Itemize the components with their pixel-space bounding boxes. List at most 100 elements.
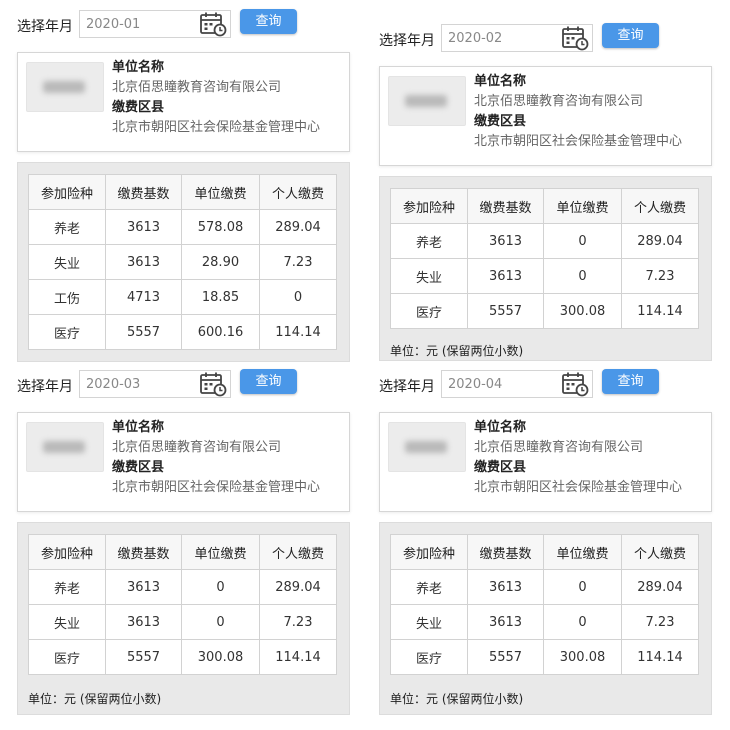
unit-name-label: 单位名称 — [474, 420, 527, 435]
cell-personal: 114.14 — [259, 314, 337, 350]
query-button[interactable]: 查询 — [240, 369, 297, 394]
cell-employer: 600.16 — [181, 314, 260, 350]
cell-employer: 0 — [543, 258, 622, 294]
cell-base: 3613 — [105, 209, 182, 245]
insurance-table: 参加险种 缴费基数 单位缴费 个人缴费 养老 3613 0 289.04 失业 … — [390, 188, 699, 329]
cell-employer: 0 — [181, 604, 260, 640]
district-label: 缴费区县 — [112, 460, 165, 475]
query-button[interactable]: 查询 — [602, 23, 659, 48]
cell-type: 养老 — [28, 209, 106, 245]
insurance-table: 参加险种 缴费基数 单位缴费 个人缴费 养老 3613 578.08 289.0… — [28, 174, 337, 350]
company-avatar — [26, 62, 104, 112]
company-info-card: 单位名称 北京佰思瞳教育咨询有限公司 缴费区县 北京市朝阳区社会保险基金管理中心 — [17, 412, 350, 512]
district-value: 北京市朝阳区社会保险基金管理中心 — [474, 480, 683, 495]
cell-employer: 0 — [543, 604, 622, 640]
table-row: 养老 3613 0 289.04 — [390, 223, 699, 259]
cell-base: 3613 — [105, 569, 182, 605]
cell-personal: 7.23 — [621, 258, 699, 294]
company-info-card: 单位名称 北京佰思瞳教育咨询有限公司 缴费区县 北京市朝阳区社会保险基金管理中心 — [379, 66, 712, 166]
insurance-table: 参加险种 缴费基数 单位缴费 个人缴费 养老 3613 0 289.04 失业 … — [28, 534, 337, 675]
table-row: 养老 3613 578.08 289.04 — [28, 209, 337, 245]
cell-employer: 300.08 — [543, 293, 622, 329]
calendar-icon[interactable] — [561, 371, 589, 397]
district-label: 缴费区县 — [112, 100, 165, 115]
cell-base: 3613 — [467, 223, 544, 259]
month-search-row: 选择年月 2020-04 查询 — [379, 369, 714, 402]
col-header-personal: 个人缴费 — [259, 534, 337, 570]
cell-employer: 0 — [543, 569, 622, 605]
col-header-type: 参加险种 — [390, 534, 468, 570]
col-header-type: 参加险种 — [28, 174, 106, 210]
cell-employer: 28.90 — [181, 244, 260, 280]
cell-employer: 300.08 — [543, 639, 622, 675]
district-label: 缴费区县 — [474, 460, 527, 475]
company-info-card: 单位名称 北京佰思瞳教育咨询有限公司 缴费区县 北京市朝阳区社会保险基金管理中心 — [379, 412, 712, 512]
table-row: 医疗 5557 300.08 114.14 — [390, 293, 699, 329]
cell-base: 3613 — [105, 244, 182, 280]
calendar-icon[interactable] — [561, 25, 589, 51]
table-row: 失业 3613 28.90 7.23 — [28, 244, 337, 280]
table-row: 医疗 5557 300.08 114.14 — [28, 639, 337, 675]
month-label: 选择年月 — [17, 379, 73, 395]
col-header-type: 参加险种 — [28, 534, 106, 570]
cell-personal: 114.14 — [621, 639, 699, 675]
cell-employer: 300.08 — [181, 639, 260, 675]
cell-base: 4713 — [105, 279, 182, 315]
panel-2020-04: 选择年月 2020-04 查询 单位名称 北京佰思瞳教育咨询有限公司 缴费区县 … — [379, 369, 714, 715]
query-button[interactable]: 查询 — [602, 369, 659, 394]
calendar-icon[interactable] — [199, 371, 227, 397]
cell-personal: 0 — [259, 279, 337, 315]
cell-personal: 7.23 — [259, 604, 337, 640]
table-header-row: 参加险种 缴费基数 单位缴费 个人缴费 — [390, 188, 699, 224]
table-header-row: 参加险种 缴费基数 单位缴费 个人缴费 — [28, 534, 337, 570]
unit-name-label: 单位名称 — [112, 60, 165, 75]
company-avatar — [26, 422, 104, 472]
cell-personal: 289.04 — [621, 223, 699, 259]
cell-personal: 7.23 — [259, 244, 337, 280]
cell-type: 养老 — [390, 223, 468, 259]
table-header-row: 参加险种 缴费基数 单位缴费 个人缴费 — [28, 174, 337, 210]
col-header-personal: 个人缴费 — [621, 188, 699, 224]
calendar-icon[interactable] — [199, 11, 227, 37]
col-header-type: 参加险种 — [390, 188, 468, 224]
cell-type: 养老 — [28, 569, 106, 605]
col-header-employer: 单位缴费 — [181, 174, 260, 210]
col-header-personal: 个人缴费 — [621, 534, 699, 570]
month-label: 选择年月 — [17, 19, 73, 35]
month-label: 选择年月 — [379, 33, 435, 49]
panel-2020-02: 选择年月 2020-02 查询 单位名称 北京佰思瞳教育咨询有限公司 缴费区县 … — [379, 23, 714, 361]
cell-base: 5557 — [467, 293, 544, 329]
cell-personal: 289.04 — [621, 569, 699, 605]
cell-employer: 0 — [543, 223, 622, 259]
payment-details-box: 参加险种 缴费基数 单位缴费 个人缴费 养老 3613 578.08 289.0… — [17, 162, 350, 362]
cell-type: 工伤 — [28, 279, 106, 315]
month-search-row: 选择年月 2020-02 查询 — [379, 23, 714, 56]
cell-employer: 578.08 — [181, 209, 260, 245]
table-row: 工伤 4713 18.85 0 — [28, 279, 337, 315]
company-avatar — [388, 76, 466, 126]
unit-name-value: 北京佰思瞳教育咨询有限公司 — [474, 440, 644, 455]
table-row: 失业 3613 0 7.23 — [28, 604, 337, 640]
unit-name-value: 北京佰思瞳教育咨询有限公司 — [112, 440, 282, 455]
query-button[interactable]: 查询 — [240, 9, 297, 34]
payment-details-box: 参加险种 缴费基数 单位缴费 个人缴费 养老 3613 0 289.04 失业 … — [17, 522, 350, 715]
cell-personal: 114.14 — [621, 293, 699, 329]
unit-name-label: 单位名称 — [474, 74, 527, 89]
payment-details-box: 参加险种 缴费基数 单位缴费 个人缴费 养老 3613 0 289.04 失业 … — [379, 522, 712, 715]
unit-name-value: 北京佰思瞳教育咨询有限公司 — [474, 94, 644, 109]
col-header-base: 缴费基数 — [467, 188, 544, 224]
company-info-card: 单位名称 北京佰思瞳教育咨询有限公司 缴费区县 北京市朝阳区社会保险基金管理中心 — [17, 52, 350, 152]
unit-name-label: 单位名称 — [112, 420, 165, 435]
panel-2020-03: 选择年月 2020-03 查询 单位名称 北京佰思瞳教育咨询有限公司 缴费区县 … — [17, 369, 352, 715]
col-header-personal: 个人缴费 — [259, 174, 337, 210]
table-row: 养老 3613 0 289.04 — [28, 569, 337, 605]
col-header-base: 缴费基数 — [105, 534, 182, 570]
table-header-row: 参加险种 缴费基数 单位缴费 个人缴费 — [390, 534, 699, 570]
cell-base: 3613 — [467, 258, 544, 294]
payment-details-box: 参加险种 缴费基数 单位缴费 个人缴费 养老 3613 0 289.04 失业 … — [379, 176, 712, 361]
table-row: 医疗 5557 600.16 114.14 — [28, 314, 337, 350]
month-search-row: 选择年月 2020-01 查询 — [17, 9, 352, 42]
cell-base: 5557 — [105, 639, 182, 675]
cell-personal: 7.23 — [621, 604, 699, 640]
insurance-table: 参加险种 缴费基数 单位缴费 个人缴费 养老 3613 0 289.04 失业 … — [390, 534, 699, 675]
